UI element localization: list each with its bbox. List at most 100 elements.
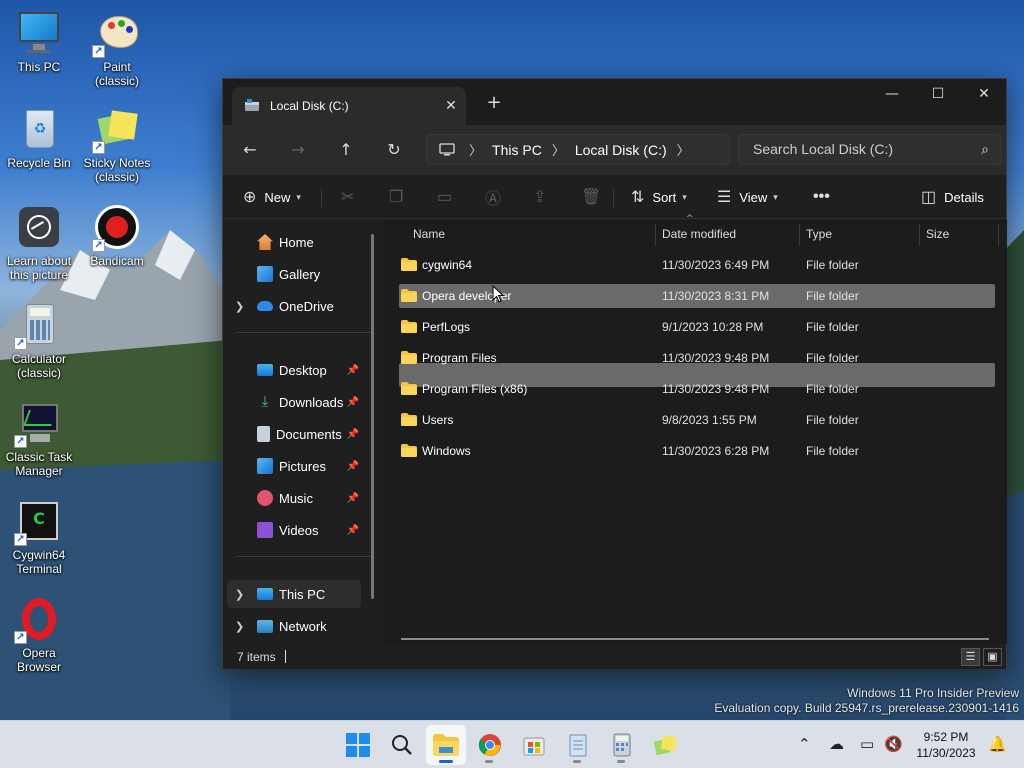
forward-arrow-icon[interactable]: → xyxy=(283,135,313,165)
notification-bell-icon[interactable]: 🔔 xyxy=(988,735,1007,753)
pin-icon[interactable]: 📌 xyxy=(347,397,359,408)
up-arrow-icon[interactable]: ↑ xyxy=(331,135,361,165)
opera-icon: ↗ xyxy=(14,596,62,644)
taskbar-sticky-notes[interactable] xyxy=(646,725,686,765)
start-button[interactable] xyxy=(338,725,378,765)
file-row-hovered[interactable]: Opera developer 11/30/2023 8:31 PM File … xyxy=(399,284,995,308)
sidebar-scrollbar[interactable] xyxy=(371,234,374,599)
chevron-down-icon: ▾ xyxy=(773,191,778,202)
details-view-icon[interactable]: ☰ xyxy=(961,648,980,666)
tab-close-icon[interactable]: ✕ xyxy=(436,98,466,114)
pin-icon[interactable]: 📌 xyxy=(347,365,359,376)
desktop-icon-recycle-bin[interactable]: ♻ Recycle Bin xyxy=(2,106,76,170)
taskbar-calculator[interactable] xyxy=(602,725,642,765)
column-header-name[interactable]: Name xyxy=(405,220,655,248)
maximize-icon[interactable]: ☐ xyxy=(915,79,961,109)
tab-local-disk[interactable]: Local Disk (C:) ✕ xyxy=(232,87,466,125)
clipboard-icon: ▭ xyxy=(437,189,453,206)
ellipsis-icon: ••• xyxy=(813,188,830,205)
desktop-icon-sticky-notes[interactable]: ↗ Sticky Notes (classic) xyxy=(80,106,154,184)
pin-icon[interactable]: 📌 xyxy=(347,429,359,440)
new-button[interactable]: ⊕ New ▾ xyxy=(243,181,301,213)
sidebar-item-desktop[interactable]: Desktop 📌 xyxy=(227,356,361,384)
desktop-icon-calculator[interactable]: ↗ Calculator (classic) xyxy=(2,302,76,380)
desktop-icon-paint[interactable]: ↗ Paint (classic) xyxy=(80,10,154,88)
sidebar-item-this-pc[interactable]: ❯ This PC xyxy=(227,580,361,608)
breadcrumb-this-pc[interactable]: This PC xyxy=(492,142,542,158)
sidebar-item-gallery[interactable]: Gallery xyxy=(227,260,361,288)
column-header-size[interactable]: Size xyxy=(918,220,998,248)
desktop-icon-bandicam[interactable]: ↗ Bandicam xyxy=(80,204,154,268)
file-row[interactable]: Program Files 11/30/2023 9:48 PM File fo… xyxy=(399,346,995,370)
column-header-date[interactable]: Date modified xyxy=(654,220,798,248)
back-arrow-icon[interactable]: ← xyxy=(235,135,265,165)
file-row[interactable]: PerfLogs 9/1/2023 10:28 PM File folder xyxy=(399,315,995,339)
file-row[interactable]: Windows 11/30/2023 6:28 PM File folder xyxy=(399,439,995,463)
calculator-icon xyxy=(613,733,631,757)
file-row[interactable]: cygwin64 11/30/2023 6:49 PM File folder xyxy=(399,253,995,277)
chevron-right-icon: 〉 xyxy=(469,143,483,158)
chevron-right-icon[interactable]: ❯ xyxy=(235,588,244,601)
refresh-icon[interactable]: ↻ xyxy=(379,135,409,165)
desktop-icon-this-pc[interactable]: This PC xyxy=(2,10,76,74)
chevron-right-icon[interactable]: 〉 xyxy=(677,140,690,159)
rename-button[interactable]: Ⓐ xyxy=(485,181,509,213)
sidebar-item-network[interactable]: ❯ Network xyxy=(227,612,361,640)
shortcut-arrow-icon: ↗ xyxy=(92,45,105,58)
cloud-offline-icon[interactable]: ☁ xyxy=(829,735,844,753)
desktop-icon-opera[interactable]: ↗ Opera Browser xyxy=(2,596,76,674)
network-icon[interactable]: ▭ xyxy=(860,735,874,753)
file-list: ^ Name Date modified Type Size cygwin64 … xyxy=(383,214,1007,644)
horizontal-scrollbar[interactable] xyxy=(401,638,989,640)
tiles-view-icon[interactable]: ▣ xyxy=(983,648,1002,666)
more-options-button[interactable]: ••• xyxy=(813,181,838,213)
sidebar-item-onedrive[interactable]: ❯ OneDrive xyxy=(227,292,361,320)
column-header-type[interactable]: Type xyxy=(798,220,918,248)
terminal-icon: C ↗ xyxy=(14,498,62,546)
pin-icon[interactable]: 📌 xyxy=(347,461,359,472)
desktop-icon-learn-about-picture[interactable]: Learn about this picture xyxy=(2,204,76,282)
search-box[interactable]: ⌕ xyxy=(738,134,1002,165)
close-window-icon[interactable]: ✕ xyxy=(961,79,1007,109)
view-button[interactable]: ☰ View ▾ xyxy=(717,181,778,213)
file-row[interactable]: Program Files (x86) 11/30/2023 9:48 PM F… xyxy=(399,377,995,401)
taskbar-microsoft-store[interactable] xyxy=(514,725,554,765)
new-tab-icon[interactable]: + xyxy=(481,92,507,114)
taskbar-clock[interactable]: 9:52 PM 11/30/2023 xyxy=(908,729,984,761)
sidebar-item-home[interactable]: Home xyxy=(227,228,361,256)
share-button[interactable]: ⇪ xyxy=(533,181,554,213)
paste-button[interactable]: ▭ xyxy=(437,181,460,213)
show-hidden-icons-chevron-up-icon[interactable]: ⌃ xyxy=(798,735,811,753)
sidebar-item-pictures[interactable]: Pictures 📌 xyxy=(227,452,361,480)
file-row[interactable]: Users 9/8/2023 1:55 PM File folder xyxy=(399,408,995,432)
search-input[interactable] xyxy=(753,141,963,157)
minimize-icon[interactable]: — xyxy=(869,79,915,109)
sidebar-item-videos[interactable]: Videos 📌 xyxy=(227,516,361,544)
pin-icon[interactable]: 📌 xyxy=(347,493,359,504)
chevron-right-icon[interactable]: ❯ xyxy=(235,620,244,633)
volume-muted-icon[interactable]: 🔇 xyxy=(884,735,903,753)
copy-button[interactable]: ❐ xyxy=(389,181,411,213)
chevron-right-icon[interactable]: ❯ xyxy=(235,300,244,313)
taskbar-chrome[interactable] xyxy=(470,725,510,765)
pin-icon[interactable]: 📌 xyxy=(347,525,359,536)
desktop-icon-cygwin[interactable]: C ↗ Cygwin64 Terminal xyxy=(2,498,76,576)
cut-button[interactable]: ✂ xyxy=(341,181,362,213)
details-pane-button[interactable]: ◫ Details xyxy=(921,181,984,213)
address-bar[interactable]: 〉 This PC 〉 Local Disk (C:) 〉 xyxy=(426,134,730,165)
breadcrumb-local-disk[interactable]: Local Disk (C:) xyxy=(575,142,667,158)
taskbar-notepad[interactable] xyxy=(558,725,598,765)
drive-icon xyxy=(245,99,259,111)
chevron-right-icon: 〉 xyxy=(551,143,565,158)
sidebar-item-music[interactable]: Music 📌 xyxy=(227,484,361,512)
sidebar-item-documents[interactable]: Documents 📌 xyxy=(227,420,361,448)
taskbar-search-button[interactable] xyxy=(382,725,422,765)
sort-button[interactable]: ⇅ Sort ▾ xyxy=(631,181,687,213)
taskbar-file-explorer[interactable] xyxy=(426,725,466,765)
delete-button[interactable]: 🗑 xyxy=(581,181,609,213)
desktop-icon-task-manager[interactable]: ↗ Classic Task Manager xyxy=(2,400,76,478)
windows-logo-icon xyxy=(346,733,370,757)
sidebar-item-downloads[interactable]: ⤓ Downloads 📌 xyxy=(227,388,361,416)
taskbar: ⌃ ☁ ▭ 🔇 9:52 PM 11/30/2023 🔔 xyxy=(0,720,1024,768)
list-view-icon: ☰ xyxy=(717,189,732,206)
